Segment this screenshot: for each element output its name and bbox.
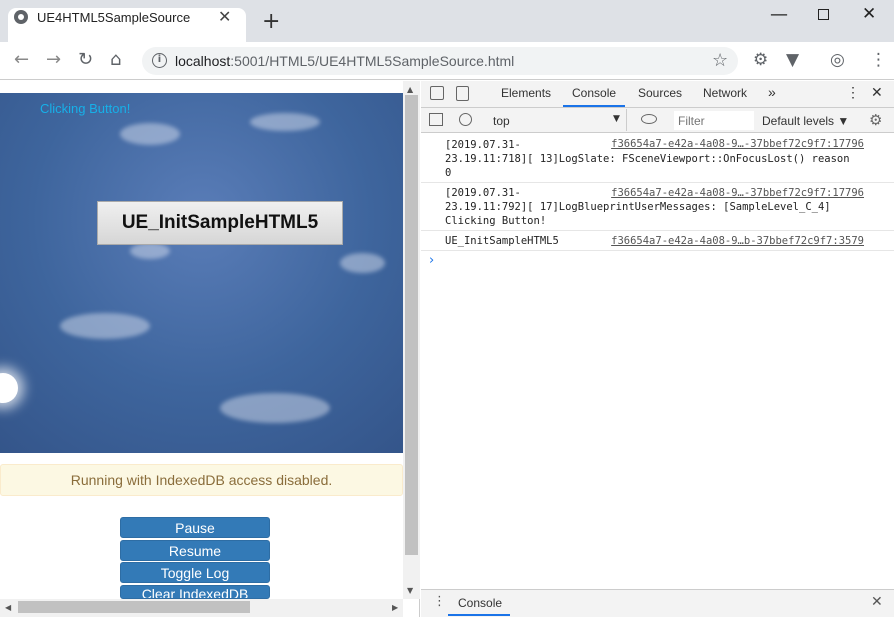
vertical-scroll-thumb[interactable]	[405, 95, 418, 555]
active-tab-indicator	[563, 105, 625, 107]
console-prompt[interactable]: ›	[429, 253, 434, 268]
scroll-down-arrow-icon[interactable]: ▼	[407, 586, 413, 595]
sun	[0, 373, 18, 403]
inspect-element-icon[interactable]	[430, 86, 444, 100]
log-source-link[interactable]: f36654a7-e42a-4a08-9…b-37bbef72c9f7:3579	[611, 234, 864, 248]
home-icon[interactable]: ⌂	[110, 50, 121, 70]
console-log-entry: UE_InitSampleHTML5 f36654a7-e42a-4a08-9……	[421, 231, 894, 251]
tab-console[interactable]: Console	[572, 86, 616, 100]
indexeddb-alert: Running with IndexedDB access disabled.	[0, 464, 403, 496]
back-arrow-icon[interactable]: ←	[14, 50, 29, 70]
new-tab-button[interactable]: +	[262, 11, 280, 33]
scroll-left-arrow-icon[interactable]: ◀	[5, 603, 11, 612]
cloud	[60, 313, 150, 339]
browser-menu-icon[interactable]: ⋮	[870, 50, 887, 70]
drawer-active-indicator	[448, 614, 510, 616]
chevron-down-icon: ▼	[613, 114, 620, 124]
url-host: localhost	[175, 53, 231, 69]
scroll-right-arrow-icon[interactable]: ▶	[392, 603, 398, 612]
minimize-button[interactable]: —	[770, 4, 788, 25]
profile-icon[interactable]: ◎	[830, 50, 845, 70]
info-icon[interactable]: i	[152, 53, 167, 68]
bookmark-star-icon[interactable]: ☆	[712, 50, 728, 71]
toggle-log-button[interactable]: Toggle Log	[120, 562, 270, 583]
devtools-menu-icon[interactable]: ⋮	[846, 84, 860, 101]
cloud	[130, 243, 170, 259]
maximize-button[interactable]	[818, 9, 829, 20]
log-source-link[interactable]: f36654a7-e42a-4a08-9…-37bbef72c9f7:17796	[611, 137, 864, 151]
window-close-button[interactable]: ✕	[862, 4, 876, 24]
drawer-close-icon[interactable]: ✕	[871, 594, 883, 610]
drawer-tab-console[interactable]: Console	[458, 596, 502, 610]
horizontal-scroll-thumb[interactable]	[18, 601, 250, 613]
console-log-entry: [2019.07.31- 23.19.11:718][ 13]LogSlate:…	[421, 134, 894, 183]
extension-gear-icon[interactable]: ⚙	[753, 50, 768, 70]
tab-network[interactable]: Network	[703, 86, 747, 100]
drawer-menu-icon[interactable]: ⋮	[433, 594, 446, 609]
url-path: :5001/HTML5/UE4HTML5SampleSource.html	[230, 53, 515, 69]
log-source-link[interactable]: f36654a7-e42a-4a08-9…-37bbef72c9f7:17796	[611, 186, 864, 200]
sidebar-toggle-icon[interactable]	[429, 113, 443, 126]
devtools-close-icon[interactable]: ✕	[871, 84, 883, 101]
globe-icon	[14, 10, 28, 24]
cloud	[250, 113, 320, 131]
console-log-entry: [2019.07.31- 23.19.11:792][ 17]LogBluepr…	[421, 183, 894, 231]
default-levels-dropdown[interactable]: Default levels ▼	[762, 114, 849, 128]
ue-init-sample-button[interactable]: UE_InitSampleHTML5	[97, 201, 343, 245]
cloud	[120, 123, 180, 145]
tab-sources[interactable]: Sources	[638, 86, 682, 100]
more-tabs-icon[interactable]: »	[768, 84, 776, 100]
device-toolbar-icon[interactable]	[456, 86, 469, 101]
eye-icon[interactable]	[641, 114, 657, 124]
tab-title: UE4HTML5SampleSource	[37, 10, 191, 25]
log-message: UE_InitSampleHTML5	[445, 235, 559, 247]
resume-button[interactable]: Resume	[120, 540, 270, 561]
cloud	[340, 253, 385, 273]
cloud	[220, 393, 330, 423]
game-canvas[interactable]: UE_InitSampleHTML5	[0, 93, 403, 453]
close-tab-icon[interactable]: ✕	[218, 7, 231, 26]
settings-gear-icon[interactable]: ⚙	[869, 111, 882, 129]
forward-arrow-icon[interactable]: →	[46, 50, 61, 70]
clear-indexeddb-button[interactable]: Clear IndexedDB	[120, 585, 270, 599]
reload-icon[interactable]: ↻	[78, 50, 93, 70]
clear-console-icon[interactable]	[459, 113, 472, 126]
clicking-button-label: Clicking Button!	[40, 101, 131, 116]
scroll-up-arrow-icon[interactable]: ▲	[407, 85, 413, 94]
url-text[interactable]: localhost:5001/HTML5/UE4HTML5SampleSourc…	[175, 53, 514, 69]
tab-elements[interactable]: Elements	[501, 86, 551, 100]
pause-button[interactable]: Pause	[120, 517, 270, 538]
filter-input[interactable]	[674, 111, 754, 130]
extension-vue-icon[interactable]: ▼	[786, 50, 799, 70]
context-label: top	[493, 114, 510, 128]
